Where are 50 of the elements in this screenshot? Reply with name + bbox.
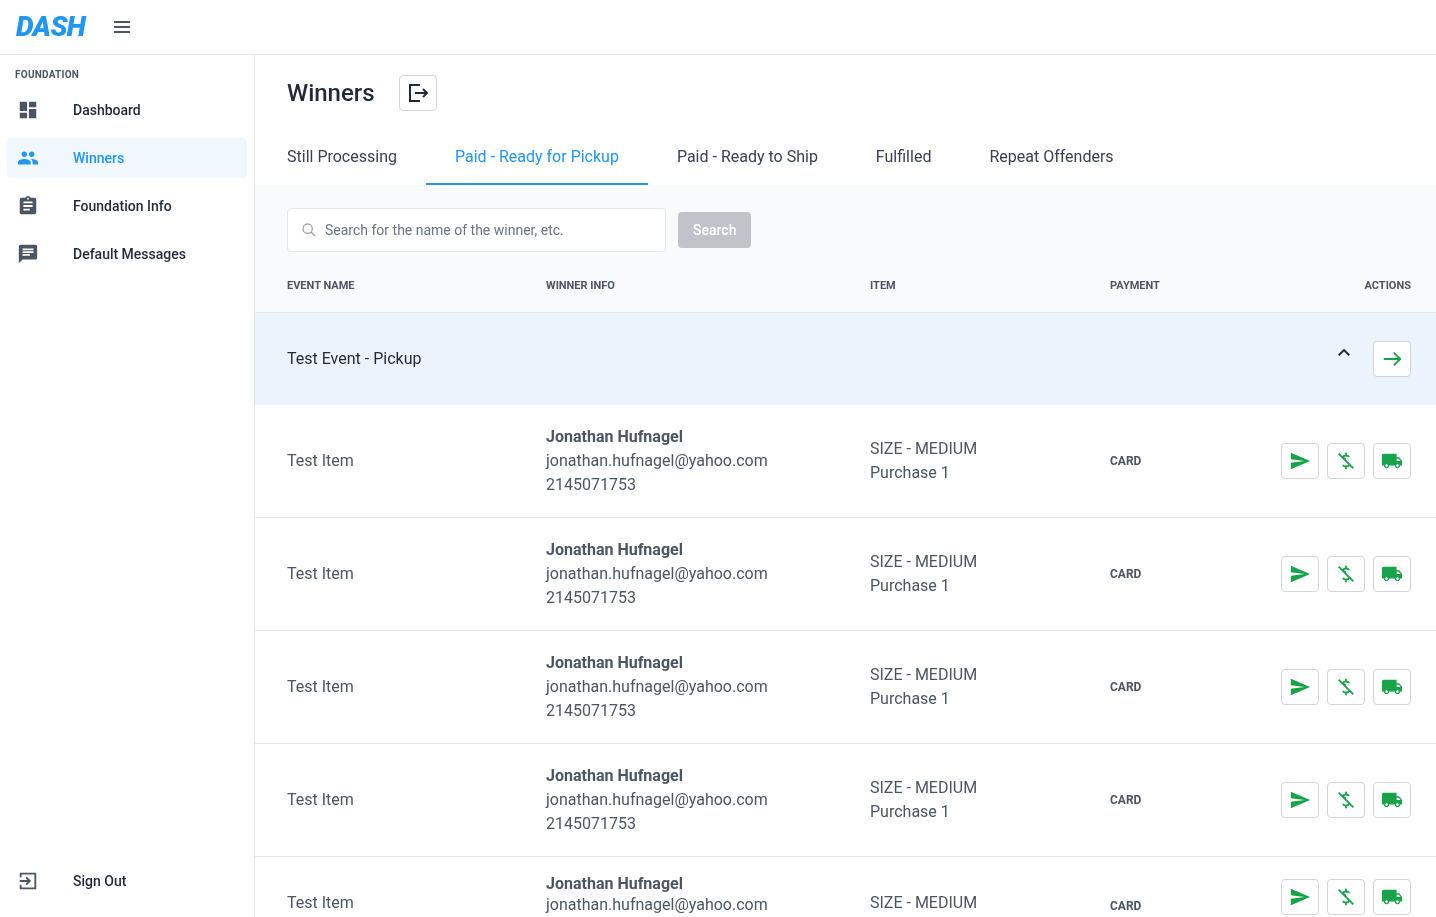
payment-cell-text: CARD bbox=[1110, 898, 1143, 915]
sidebar-item[interactable]: Dashboard bbox=[7, 90, 247, 130]
payment-cell-text: CARD bbox=[1110, 566, 1143, 583]
page-title: Winners bbox=[287, 78, 375, 109]
logo: DASH bbox=[16, 13, 86, 41]
winner-email: jonathan.hufnagel@yahoo.com bbox=[546, 894, 769, 915]
section-label: FOUNDATION bbox=[14, 68, 81, 82]
winner-email: jonathan.hufnagel@yahoo.com bbox=[546, 789, 769, 811]
item-cell-text: Test Item bbox=[287, 563, 355, 585]
winner-name: Jonathan Hufnagel bbox=[546, 426, 684, 448]
sign-out-item[interactable]: Sign Out bbox=[7, 861, 247, 901]
column-header: EVENT NAME bbox=[287, 277, 356, 294]
event-name: Test Event - Pickup bbox=[287, 348, 423, 370]
sidebar-item[interactable]: Default Messages bbox=[7, 234, 247, 274]
column-header: ITEM bbox=[870, 277, 897, 294]
winner-name: Jonathan Hufnagel bbox=[546, 539, 684, 561]
item-size: SIZE - MEDIUM bbox=[870, 551, 979, 573]
tab[interactable]: Repeat Offenders bbox=[960, 131, 1143, 185]
tab[interactable]: Fulfilled bbox=[846, 131, 961, 185]
winner-email: jonathan.hufnagel@yahoo.com bbox=[546, 450, 769, 472]
winner-phone: 2145071753 bbox=[546, 474, 637, 496]
item-size: SIZE - MEDIUM bbox=[870, 777, 979, 799]
purchase-label: Purchase 1 bbox=[870, 462, 951, 484]
item-cell-text: Test Item bbox=[287, 892, 355, 914]
column-header: WINNER INFO bbox=[546, 277, 616, 294]
winner-phone: 2145071753 bbox=[546, 813, 637, 835]
item-cell-text: Test Item bbox=[287, 676, 355, 698]
sidebar-item[interactable]: Foundation Info bbox=[7, 186, 247, 226]
payment-cell-text: CARD bbox=[1110, 453, 1143, 470]
winner-email: jonathan.hufnagel@yahoo.com bbox=[546, 563, 769, 585]
item-cell-text: Test Item bbox=[287, 789, 355, 811]
tab[interactable]: Still Processing bbox=[287, 131, 426, 185]
winner-name: Jonathan Hufnagel bbox=[546, 873, 684, 894]
winner-email: jonathan.hufnagel@yahoo.com bbox=[546, 676, 769, 698]
purchase-label: Purchase 1 bbox=[870, 801, 951, 823]
winner-phone: 2145071753 bbox=[546, 700, 637, 722]
payment-cell-text: CARD bbox=[1110, 679, 1143, 696]
winner-phone: 2145071753 bbox=[546, 587, 637, 609]
winner-name: Jonathan Hufnagel bbox=[546, 652, 684, 674]
column-header: PAYMENT bbox=[1110, 277, 1161, 294]
purchase-label: Purchase 1 bbox=[870, 688, 951, 710]
winner-name: Jonathan Hufnagel bbox=[546, 765, 684, 787]
tab[interactable]: Paid - Ready to Ship bbox=[647, 131, 847, 185]
item-size: SIZE - MEDIUM bbox=[870, 664, 979, 686]
column-header: ACTIONS bbox=[1364, 277, 1411, 294]
item-cell-text: Test Item bbox=[287, 450, 355, 472]
item-size: SIZE - MEDIUM bbox=[870, 892, 979, 914]
purchase-label: Purchase 1 bbox=[870, 575, 951, 597]
item-size: SIZE - MEDIUM bbox=[870, 438, 979, 460]
payment-cell-text: CARD bbox=[1110, 792, 1143, 809]
